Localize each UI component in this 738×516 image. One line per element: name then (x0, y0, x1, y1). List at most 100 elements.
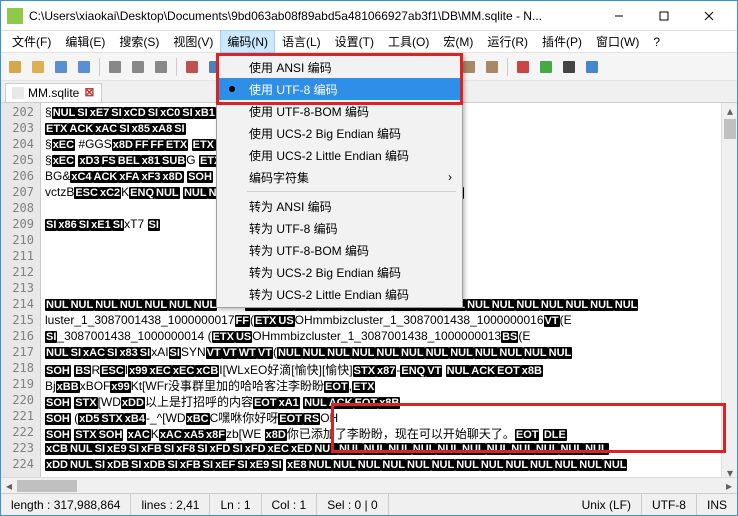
status-lines: lines : 2,41 (131, 494, 210, 515)
indent-icon (461, 59, 477, 75)
text-line[interactable]: luster_1_3087001438_1000000017FF(ETXUSOH… (41, 313, 737, 329)
line-number: 209 (1, 217, 40, 233)
window-buttons (596, 2, 731, 30)
encoding-option[interactable]: 使用 UTF-8 编码 (219, 78, 460, 100)
scroll-track[interactable] (17, 478, 721, 493)
open-button[interactable] (28, 57, 48, 77)
option-label: 使用 UCS-2 Big Endian 编码 (249, 125, 401, 142)
text-line[interactable]: SOH BSRESCIx99xECxECxCBI[WLxEO好滴[愉快][愉快]… (41, 361, 737, 377)
window-title: C:\Users\xiaokai\Desktop\Documents\9bd06… (29, 9, 596, 23)
line-number: 207 (1, 185, 40, 201)
menu-插件p[interactable]: 插件(P) (535, 30, 589, 53)
menu-搜索s[interactable]: 搜索(S) (112, 30, 166, 53)
menu-窗口w[interactable]: 窗口(W) (589, 30, 646, 53)
save-button[interactable] (51, 57, 71, 77)
text-line[interactable]: SOH STXSOH xACKxACxA5x8Fzb[WE x8D你已添加了李盼… (41, 425, 737, 441)
title-bar: C:\Users\xiaokai\Desktop\Documents\9bd06… (1, 1, 737, 31)
status-eol: Unix (LF) (572, 494, 642, 515)
new-button[interactable] (5, 57, 25, 77)
vertical-scrollbar[interactable]: ▴ ▾ (721, 103, 737, 481)
macro-play-button[interactable] (536, 57, 556, 77)
menu-bar: 文件(F)编辑(E)搜索(S)视图(V)编码(N)语言(L)设置(T)工具(O)… (1, 31, 737, 53)
close-all-button[interactable] (128, 57, 148, 77)
cut-button[interactable] (182, 57, 202, 77)
horizontal-scrollbar[interactable]: ◂ ▸ (1, 477, 737, 493)
line-number: 210 (1, 233, 40, 249)
tab-close-icon[interactable]: ⊠ (83, 87, 95, 99)
status-ovr: INS (697, 494, 737, 515)
outdent-button[interactable] (482, 57, 502, 77)
option-label: 使用 UTF-8-BOM 编码 (249, 103, 369, 120)
menu-文件f[interactable]: 文件(F) (5, 30, 58, 53)
option-label: 转为 UCS-2 Big Endian 编码 (249, 264, 401, 281)
menu-?[interactable]: ? (646, 32, 667, 52)
encoding-option[interactable]: 编码字符集› (219, 166, 460, 188)
macro-multi-icon (584, 59, 600, 75)
status-sel: Sel : 0 | 0 (317, 494, 388, 515)
scroll-right-icon[interactable]: ▸ (721, 478, 737, 494)
macro-rec-icon (515, 59, 531, 75)
maximize-button[interactable] (641, 2, 686, 30)
line-number: 204 (1, 137, 40, 153)
line-number: 206 (1, 169, 40, 185)
app-icon (7, 8, 23, 24)
text-line[interactable]: NULSIxACSIx83SIxAISISYNVTVTWTVT(NULNULNU… (41, 345, 737, 361)
macro-stop-icon (561, 59, 577, 75)
line-number: 223 (1, 441, 40, 457)
encoding-option[interactable]: 使用 ANSI 编码 (219, 56, 460, 78)
menu-编码n[interactable]: 编码(N) (220, 30, 275, 53)
status-col: Col : 1 (262, 494, 318, 515)
menu-宏m[interactable]: 宏(M) (436, 30, 480, 53)
option-label: 转为 UTF-8 编码 (249, 220, 338, 237)
line-number: 220 (1, 393, 40, 409)
text-line[interactable]: xDDNULSIxDBSIxDBSIxFBSIxEFSIxE9SI xE8NUL… (41, 457, 737, 473)
menu-语言l[interactable]: 语言(L) (275, 30, 328, 53)
line-number-gutter: 2022032042052062072082092102112122132142… (1, 103, 41, 481)
encoding-convert-option[interactable]: 转为 UTF-8 编码 (219, 217, 460, 239)
line-number: 219 (1, 377, 40, 393)
menu-运行r[interactable]: 运行(R) (480, 30, 535, 53)
text-line[interactable]: SI_3087001438_1000000014 (ETXUSOHmmbizcl… (41, 329, 737, 345)
encoding-menu: 使用 ANSI 编码使用 UTF-8 编码使用 UTF-8-BOM 编码使用 U… (216, 53, 463, 308)
submenu-arrow-icon: › (448, 170, 452, 184)
status-length: length : 317,988,864 (1, 494, 131, 515)
scroll-thumb[interactable] (724, 119, 736, 139)
encoding-convert-option[interactable]: 转为 UCS-2 Little Endian 编码 (219, 283, 460, 305)
scroll-left-icon[interactable]: ◂ (1, 478, 17, 494)
line-number: 211 (1, 249, 40, 265)
text-line[interactable]: BjxBBxBOFx99Kt[WFr没事群里加的哈哈客注李盼盼EOT,ETX (41, 377, 737, 393)
option-label: 转为 UCS-2 Little Endian 编码 (249, 286, 409, 303)
option-label: 使用 ANSI 编码 (249, 59, 332, 76)
line-number: 218 (1, 361, 40, 377)
macro-multi-button[interactable] (582, 57, 602, 77)
line-number: 217 (1, 345, 40, 361)
encoding-convert-option[interactable]: 转为 UTF-8-BOM 编码 (219, 239, 460, 261)
close-button[interactable] (105, 57, 125, 77)
scroll-thumb-h[interactable] (17, 480, 77, 492)
menu-设置t[interactable]: 设置(T) (328, 30, 381, 53)
macro-stop-button[interactable] (559, 57, 579, 77)
encoding-convert-option[interactable]: 转为 UCS-2 Big Endian 编码 (219, 261, 460, 283)
encoding-option[interactable]: 使用 UTF-8-BOM 编码 (219, 100, 460, 122)
macro-rec-button[interactable] (513, 57, 533, 77)
close-button[interactable] (686, 2, 731, 30)
tab-mm-sqlite[interactable]: MM.sqlite ⊠ (5, 83, 102, 102)
line-number: 202 (1, 105, 40, 121)
scroll-up-icon[interactable]: ▴ (722, 103, 738, 119)
encoding-option[interactable]: 使用 UCS-2 Big Endian 编码 (219, 122, 460, 144)
menu-编辑e[interactable]: 编辑(E) (58, 30, 112, 53)
bullet-icon (229, 86, 235, 92)
save-icon (53, 59, 69, 75)
print-button[interactable] (151, 57, 171, 77)
minimize-button[interactable] (596, 2, 641, 30)
option-label: 转为 ANSI 编码 (249, 198, 332, 215)
save-all-button[interactable] (74, 57, 94, 77)
text-line[interactable]: SOH (xD5STXxB4-_^[WDxBCC嘿咻你好呀EOTRSOH (41, 409, 737, 425)
menu-工具o[interactable]: 工具(O) (381, 30, 436, 53)
menu-视图v[interactable]: 视图(V) (166, 30, 220, 53)
text-line[interactable]: SOH STX[WDxDD以上是打招呼的内容EOTxA1 NULACKEOTx8… (41, 393, 737, 409)
encoding-convert-option[interactable]: 转为 ANSI 编码 (219, 195, 460, 217)
text-line[interactable]: xCBNULSIxE9SIxFBSIxF8SIxFDSIxFDxECxEDNUL… (41, 441, 737, 457)
encoding-option[interactable]: 使用 UCS-2 Little Endian 编码 (219, 144, 460, 166)
line-number: 221 (1, 409, 40, 425)
